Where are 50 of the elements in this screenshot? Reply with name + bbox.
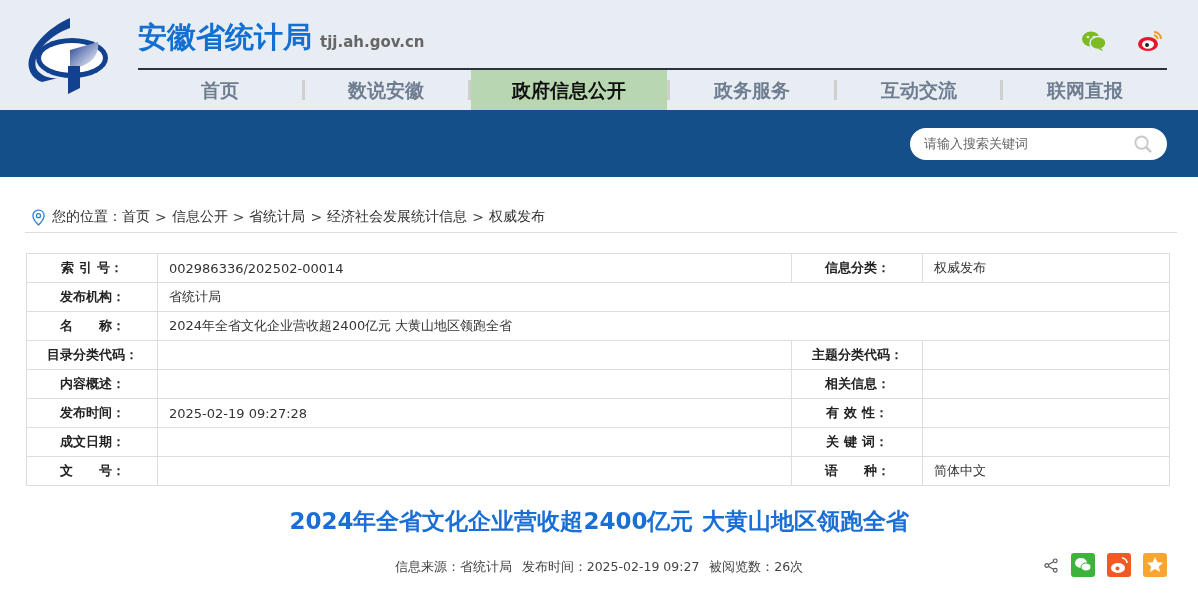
- field-label: 目录分类代码：: [26, 340, 158, 370]
- wechat-share-icon[interactable]: [1071, 553, 1095, 577]
- weibo-icon[interactable]: [1137, 30, 1163, 52]
- field-value: 省统计局: [169, 289, 221, 304]
- nav-tab[interactable]: 数说安徽: [304, 70, 469, 110]
- nav-tab[interactable]: 互动交流: [836, 70, 1001, 110]
- breadcrumb-separator: >: [232, 209, 245, 225]
- nav-tab[interactable]: 政务服务: [670, 70, 834, 110]
- location-pin-icon: [32, 208, 45, 226]
- field-value: 2024年全省文化企业营收超2400亿元 大黄山地区领跑全省: [169, 318, 513, 333]
- field-label: 相关信息：: [791, 369, 923, 399]
- field-label: 语 种：: [791, 456, 923, 486]
- share-icon[interactable]: [1044, 557, 1059, 573]
- wechat-icon[interactable]: [1081, 30, 1107, 52]
- article-meta: 发布时间：2025-02-19 09:27: [521, 559, 700, 576]
- field-label: 主题分类代码：: [791, 340, 923, 370]
- breadcrumb-link[interactable]: 首页: [122, 208, 150, 226]
- article-meta: 信息来源：省统计局: [394, 559, 512, 576]
- article-title: 2024年全省文化企业营收超2400亿元 大黄山地区领跑全省: [288, 507, 910, 536]
- breadcrumb-separator: >: [472, 209, 484, 225]
- field-label: 关 键 词：: [791, 427, 923, 457]
- weibo-share-icon[interactable]: [1107, 553, 1131, 577]
- breadcrumb-link[interactable]: 省统计局: [249, 208, 306, 226]
- field-label: 文 号：: [26, 456, 158, 486]
- site-title: 安徽省统计局: [138, 19, 312, 56]
- field-value: 002986336/202502-00014: [169, 260, 344, 276]
- site-domain: tjj.ah.gov.cn: [320, 33, 425, 51]
- field-label: 内容概述：: [26, 369, 158, 399]
- breadcrumb-link[interactable]: 信息公开: [171, 208, 228, 226]
- field-value: 2025-02-19 09:27:28: [169, 405, 308, 421]
- field-label: 名 称：: [26, 311, 158, 341]
- field-label: 索 引 号：: [26, 253, 158, 283]
- field-label: 有 效 性：: [791, 398, 923, 428]
- breadcrumb-link[interactable]: 经济社会发展统计信息: [327, 208, 468, 226]
- article-meta: 被阅览数：26次: [709, 559, 804, 576]
- search-icon[interactable]: [1134, 134, 1153, 154]
- field-value: 简体中文: [934, 463, 986, 478]
- field-label: 成文日期：: [26, 427, 158, 457]
- field-value: 权威发布: [934, 260, 986, 275]
- nav-tab[interactable]: 政府信息公开: [471, 70, 668, 110]
- breadcrumb-link[interactable]: 权威发布: [488, 208, 545, 226]
- field-label: 信息分类：: [791, 253, 923, 283]
- nav-tab[interactable]: 首页: [138, 70, 302, 110]
- field-label: 发布机构：: [26, 282, 158, 312]
- search-field[interactable]: 请输入搜索关键词: [910, 127, 1167, 160]
- breadcrumb-label: 您的位置：: [52, 208, 122, 226]
- field-label: 发布时间：: [26, 398, 158, 428]
- breadcrumb-separator: >: [155, 209, 167, 225]
- nav-tab[interactable]: 联网直报: [1003, 70, 1167, 110]
- breadcrumb-separator: >: [310, 209, 323, 225]
